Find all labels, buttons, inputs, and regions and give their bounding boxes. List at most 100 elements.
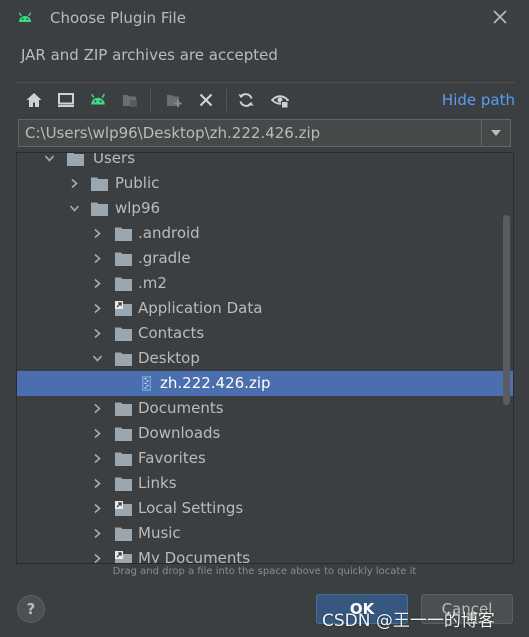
- path-combobox[interactable]: [18, 119, 511, 147]
- path-dropdown-button[interactable]: [481, 120, 510, 146]
- show-hidden-button[interactable]: [268, 88, 292, 112]
- tree-item-label: My Documents: [138, 549, 251, 564]
- file-tree[interactable]: Users Public wlp96 .android .gradle .m2 Applic…: [16, 152, 514, 564]
- folder-icon: [115, 477, 132, 491]
- hide-path-link[interactable]: Hide path: [442, 91, 515, 109]
- title-bar[interactable]: Choose Plugin File: [0, 0, 529, 36]
- tree-row[interactable]: wlp96: [17, 196, 513, 221]
- chevron-right-icon[interactable]: [92, 228, 103, 239]
- folder-icon: [115, 352, 132, 366]
- tree-row[interactable]: .gradle: [17, 246, 513, 271]
- android-icon: [91, 93, 105, 105]
- chevron-right-icon[interactable]: [92, 328, 103, 339]
- tree-row[interactable]: Public: [17, 171, 513, 196]
- chevron-right-icon[interactable]: [92, 303, 103, 314]
- tree-item-label: Contacts: [138, 324, 205, 342]
- tree-item-label: Public: [115, 174, 160, 192]
- tree-row[interactable]: Documents: [17, 396, 513, 421]
- tree-item-label: .android: [138, 224, 200, 242]
- desktop-icon: [58, 93, 74, 107]
- refresh-button[interactable]: [234, 88, 258, 112]
- tree-row[interactable]: Contacts: [17, 321, 513, 346]
- android-studio-icon: [18, 12, 32, 22]
- chevron-down-icon[interactable]: [92, 353, 103, 364]
- cancel-button[interactable]: Cancel: [421, 594, 513, 624]
- toolbar: Hide path: [16, 82, 515, 117]
- dialog-description: JAR and ZIP archives are accepted: [21, 46, 278, 64]
- delete-button[interactable]: [194, 88, 218, 112]
- tree-row[interactable]: .android: [17, 221, 513, 246]
- folder-icon: [115, 527, 132, 541]
- tree-row[interactable]: Users: [17, 152, 513, 171]
- tree-item-label: Users: [93, 152, 136, 167]
- close-icon[interactable]: [491, 8, 509, 26]
- chevron-down-icon[interactable]: [69, 203, 80, 214]
- chevron-right-icon[interactable]: [92, 528, 103, 539]
- refresh-icon: [238, 93, 254, 107]
- tree-row[interactable]: Favorites: [17, 446, 513, 471]
- window-title: Choose Plugin File: [50, 9, 186, 27]
- tree-row[interactable]: Desktop: [17, 346, 513, 371]
- chevron-down-icon: [491, 130, 501, 136]
- tree-row[interactable]: Local Settings: [17, 496, 513, 521]
- folder-icon: [115, 402, 132, 416]
- path-input[interactable]: [19, 120, 481, 146]
- folder-link-icon: [115, 301, 132, 316]
- tree-item-label: Music: [138, 524, 181, 542]
- tree-item-label: .m2: [138, 274, 167, 292]
- project-button[interactable]: [86, 88, 110, 112]
- tree-item-label: .gradle: [138, 249, 191, 267]
- home-button[interactable]: [22, 88, 46, 112]
- tree-row[interactable]: Links: [17, 471, 513, 496]
- file-tree-list: Users Public wlp96 .android .gradle .m2 Applic…: [17, 152, 513, 564]
- folder-icon: [115, 227, 132, 241]
- tree-item-label: zh.222.426.zip: [160, 374, 271, 392]
- drag-drop-hint: Drag and drop a file into the space abov…: [112, 566, 417, 577]
- help-button[interactable]: ?: [17, 595, 45, 623]
- tree-row[interactable]: .m2: [17, 271, 513, 296]
- vertical-scrollbar[interactable]: [501, 153, 513, 563]
- folder-link-icon: [115, 501, 132, 516]
- tree-row[interactable]: Application Data: [17, 296, 513, 321]
- choose-plugin-file-dialog: Choose Plugin File JAR and ZIP archives …: [0, 0, 529, 637]
- zip-archive-icon: [142, 376, 151, 391]
- folder-icon: [115, 327, 132, 341]
- chevron-right-icon[interactable]: [92, 553, 103, 564]
- chevron-right-icon[interactable]: [92, 453, 103, 464]
- ok-button[interactable]: OK: [316, 594, 408, 624]
- folder-icon: [67, 153, 84, 166]
- tree-item-label: wlp96: [115, 199, 161, 217]
- module-button[interactable]: [118, 88, 142, 112]
- chevron-right-icon[interactable]: [92, 403, 103, 414]
- show-hidden-icon: [271, 95, 289, 108]
- tree-item-label: Documents: [138, 399, 224, 417]
- chevron-right-icon[interactable]: [92, 428, 103, 439]
- folder-icon: [91, 177, 108, 191]
- folder-icon: [91, 202, 108, 216]
- folder-icon: [115, 427, 132, 441]
- desktop-button[interactable]: [54, 88, 78, 112]
- chevron-right-icon[interactable]: [69, 178, 80, 189]
- tree-item-label: Local Settings: [138, 499, 244, 517]
- chevron-right-icon[interactable]: [92, 478, 103, 489]
- tree-item-label: Favorites: [138, 449, 206, 467]
- chevron-right-icon[interactable]: [92, 278, 103, 289]
- chevron-right-icon[interactable]: [92, 503, 103, 514]
- chevron-right-icon[interactable]: [92, 253, 103, 264]
- tree-row[interactable]: Music: [17, 521, 513, 546]
- tree-row[interactable]: My Documents: [17, 546, 513, 564]
- module-folder-icon: [123, 95, 137, 107]
- tree-item-label: Links: [138, 474, 177, 492]
- new-folder-button[interactable]: [162, 88, 186, 112]
- folder-icon: [115, 277, 132, 291]
- new-folder-icon: [167, 95, 182, 107]
- folder-link-icon: [115, 551, 132, 563]
- folder-icon: [115, 452, 132, 466]
- toolbar-separator: [150, 89, 151, 111]
- folder-icon: [115, 252, 132, 266]
- scrollbar-thumb[interactable]: [503, 215, 510, 405]
- delete-icon: [199, 93, 213, 107]
- tree-row[interactable]: zh.222.426.zip: [17, 371, 513, 396]
- chevron-down-icon[interactable]: [44, 153, 55, 164]
- tree-row[interactable]: Downloads: [17, 421, 513, 446]
